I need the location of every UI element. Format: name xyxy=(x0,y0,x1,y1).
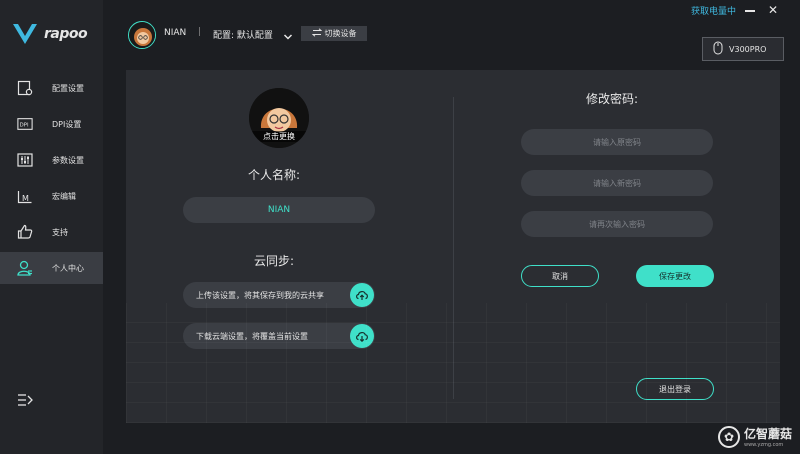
avatar-change[interactable]: 点击更换 xyxy=(249,88,309,148)
sidebar-item-dpi[interactable]: DPI DPI设置 xyxy=(0,108,103,140)
avatar[interactable] xyxy=(128,21,156,49)
sliders-icon xyxy=(17,152,33,168)
cloud-upload-button[interactable] xyxy=(350,283,374,307)
sidebar-item-label: 支持 xyxy=(52,227,68,237)
brand-name: rapoo xyxy=(44,26,88,42)
collapse-menu-icon[interactable] xyxy=(17,392,33,406)
sync-download-row: 下载云端设置，将覆盖当前设置 xyxy=(183,323,375,349)
rapoo-v-icon xyxy=(13,24,37,44)
dpi-icon: DPI xyxy=(17,116,33,132)
watermark-url: www.yzmg.com xyxy=(743,442,784,448)
mouse-icon xyxy=(713,41,723,57)
device-selector-button[interactable]: V300PRO xyxy=(702,37,784,61)
sidebar-item-label: 参数设置 xyxy=(52,155,84,165)
panel-divider xyxy=(453,97,454,399)
device-name: V300PRO xyxy=(729,44,767,54)
sync-upload-label: 上传该设置，将其保存到我的云共享 xyxy=(196,290,324,300)
sidebar-item-support[interactable]: 支持 xyxy=(0,216,103,248)
sidebar: rapoo 配置设置 DPI DPI设置 参数设置 M 宏编辑 支持 个人中心 xyxy=(0,0,103,454)
switch-device-label: 切换设备 xyxy=(324,29,357,38)
old-password-input[interactable] xyxy=(521,129,713,155)
sidebar-item-label: 配置设置 xyxy=(52,83,84,93)
sidebar-item-config[interactable]: 配置设置 xyxy=(0,72,103,104)
sync-upload-row: 上传该设置，将其保存到我的云共享 xyxy=(183,282,375,308)
watermark: ✿ 亿智蘑菇 www.yzmg.com xyxy=(717,425,792,448)
swap-icon xyxy=(311,28,322,39)
sidebar-item-profile[interactable]: 个人中心 xyxy=(0,252,103,284)
cancel-button[interactable]: 取消 xyxy=(521,265,599,287)
config-selector[interactable]: 配置: 默认配置 xyxy=(213,28,273,41)
profile-name-field[interactable]: NIAN xyxy=(183,197,375,223)
cloud-download-button[interactable] xyxy=(350,324,374,348)
header-separator: | xyxy=(198,27,202,37)
logout-button[interactable]: 退出登录 xyxy=(636,378,714,400)
confirm-password-input[interactable] xyxy=(521,211,713,237)
name-heading: 个人名称: xyxy=(248,168,301,182)
header: NIAN | 配置: 默认配置 切换设备 获取电量中 ✕ V300PRO xyxy=(103,0,800,61)
user-name: NIAN xyxy=(164,28,187,38)
minimize-icon[interactable] xyxy=(745,10,755,12)
avatar-caption: 点击更换 xyxy=(249,131,309,142)
save-button[interactable]: 保存更改 xyxy=(636,265,714,287)
cloud-download-icon xyxy=(356,332,368,342)
config-icon xyxy=(17,80,33,96)
watermark-text: 亿智蘑菇 xyxy=(743,427,792,441)
user-icon xyxy=(17,260,33,276)
battery-status-link[interactable]: 获取电量中 xyxy=(691,4,736,17)
thumbs-up-icon xyxy=(17,224,33,240)
watermark-logo-icon: ✿ xyxy=(717,425,740,448)
password-heading: 修改密码: xyxy=(586,92,639,106)
sidebar-item-macro[interactable]: M 宏编辑 xyxy=(0,180,103,212)
sidebar-item-label: 宏编辑 xyxy=(52,191,76,201)
profile-panel: 点击更换 个人名称: NIAN 云同步: 上传该设置，将其保存到我的云共享 下载… xyxy=(126,70,780,423)
sync-download-label: 下载云端设置，将覆盖当前设置 xyxy=(196,331,308,341)
svg-text:M: M xyxy=(22,194,29,203)
sidebar-item-label: DPI设置 xyxy=(52,119,82,129)
sync-heading: 云同步: xyxy=(254,254,295,268)
brand-logo: rapoo xyxy=(12,20,88,48)
chevron-down-icon[interactable] xyxy=(283,27,293,40)
switch-device-button[interactable]: 切换设备 xyxy=(301,26,367,41)
sidebar-item-label: 个人中心 xyxy=(52,263,84,273)
cloud-upload-icon xyxy=(356,291,368,300)
macro-icon: M xyxy=(17,188,33,204)
svg-text:DPI: DPI xyxy=(20,123,29,129)
close-icon[interactable]: ✕ xyxy=(768,4,780,16)
new-password-input[interactable] xyxy=(521,170,713,196)
sidebar-item-params[interactable]: 参数设置 xyxy=(0,144,103,176)
